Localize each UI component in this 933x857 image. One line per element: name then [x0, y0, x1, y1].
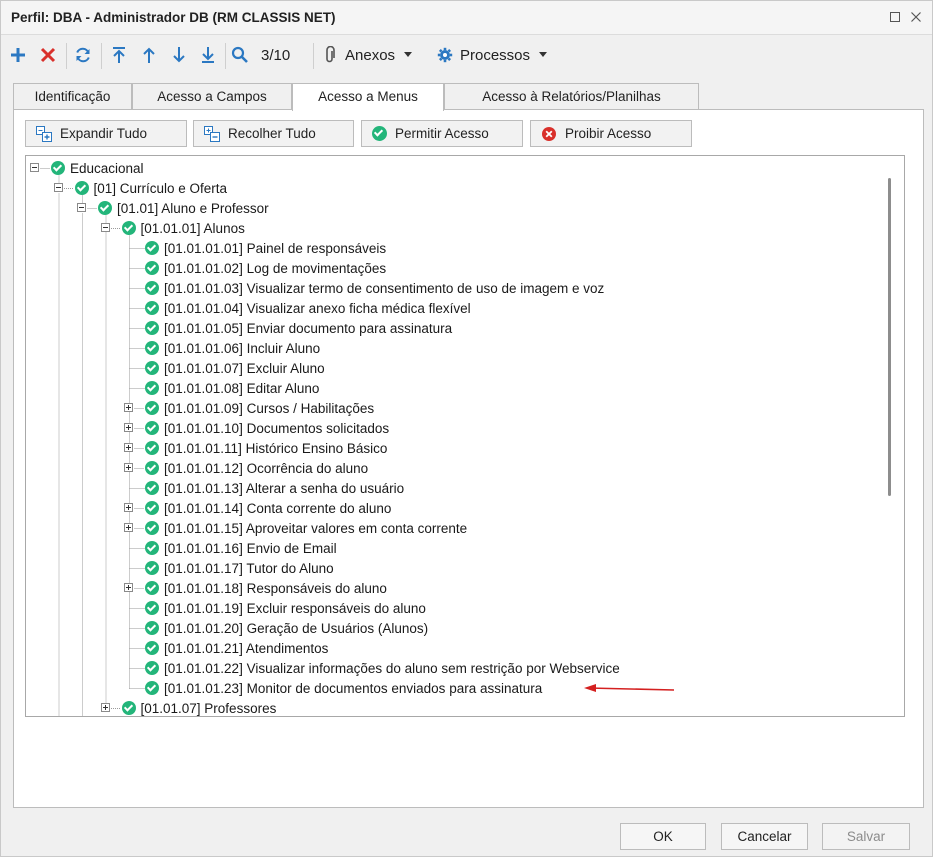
toolbar-separator — [313, 43, 314, 69]
deny-icon — [542, 126, 556, 141]
first-record-button[interactable] — [109, 44, 129, 66]
gear-icon — [437, 47, 453, 63]
red-arrow-annotation — [584, 684, 675, 692]
save-button[interactable]: Salvar — [822, 823, 910, 850]
record-counter: 3/10 — [261, 46, 291, 64]
caret-down-icon — [404, 52, 413, 57]
menu-tree[interactable]: Educacional [01] Currículo e Oferta [01.01… — [25, 155, 905, 717]
maximize-button[interactable] — [886, 8, 904, 26]
refresh-icon — [76, 47, 90, 63]
previous-record-icon — [143, 47, 155, 63]
tab-identificacao[interactable]: Identificação — [13, 83, 132, 110]
deny-access-label: Proibir Acesso — [565, 126, 652, 141]
expand-all-icon — [36, 125, 52, 142]
allow-access-button[interactable]: Permitir Acesso — [361, 120, 523, 147]
toolbar: 3/10 Anexos Processos — [1, 35, 932, 75]
tree-scrollbar[interactable] — [888, 178, 891, 496]
tab-strip: Identificação Acesso a Campos Acesso a M… — [13, 83, 923, 111]
plus-icon — [11, 48, 25, 62]
first-record-icon — [113, 47, 125, 63]
attachments-menu[interactable]: Anexos — [323, 44, 427, 66]
previous-record-button[interactable] — [139, 44, 159, 66]
expand-all-label: Expandir Tudo — [60, 126, 148, 141]
footer: OK Cancelar Salvar — [1, 809, 932, 857]
deny-access-button[interactable]: Proibir Acesso — [530, 120, 692, 147]
close-button[interactable] — [907, 8, 925, 26]
next-record-button[interactable] — [169, 44, 189, 66]
toolbar-separator — [101, 43, 102, 69]
search-record-button[interactable]: 3/10 — [231, 44, 303, 66]
allow-icon — [372, 126, 387, 141]
profile-window: Perfil: DBA - Administrador DB (RM CLASS… — [0, 0, 933, 857]
last-record-icon — [202, 47, 214, 63]
caret-down-icon — [539, 52, 548, 57]
title-bar: Perfil: DBA - Administrador DB (RM CLASS… — [1, 1, 932, 35]
window-title: Perfil: DBA - Administrador DB (RM CLASS… — [11, 10, 336, 25]
delete-button[interactable] — [37, 44, 59, 66]
delete-icon — [40, 47, 56, 63]
collapse-all-icon — [204, 125, 220, 142]
close-icon — [911, 12, 921, 22]
last-record-button[interactable] — [198, 44, 218, 66]
maximize-icon — [890, 12, 900, 22]
allow-access-label: Permitir Acesso — [395, 126, 489, 141]
tab-acesso-relatorios[interactable]: Acesso à Relatórios/Planilhas — [444, 83, 699, 110]
toolbar-separator — [66, 43, 67, 69]
collapse-all-label: Recolher Tudo — [228, 126, 316, 141]
add-button[interactable] — [7, 44, 29, 66]
toolbar-separator — [225, 43, 226, 69]
collapse-all-button[interactable]: Recolher Tudo — [193, 120, 354, 147]
processes-label: Processos — [460, 46, 531, 64]
cancel-button[interactable]: Cancelar — [721, 823, 808, 850]
search-icon — [231, 46, 248, 63]
refresh-button[interactable] — [72, 44, 94, 66]
ok-button[interactable]: OK — [620, 823, 706, 850]
expand-all-button[interactable]: Expandir Tudo — [25, 120, 187, 147]
tab-acesso-campos[interactable]: Acesso a Campos — [132, 83, 292, 110]
processes-menu[interactable]: Processos — [437, 44, 559, 66]
next-record-icon — [173, 47, 185, 63]
tab-acesso-menus[interactable]: Acesso a Menus — [292, 83, 444, 111]
paperclip-icon — [326, 46, 335, 63]
attachments-label: Anexos — [345, 46, 396, 64]
menu-access-panel: Expandir Tudo Recolher Tudo Permitir Ace… — [13, 109, 924, 808]
